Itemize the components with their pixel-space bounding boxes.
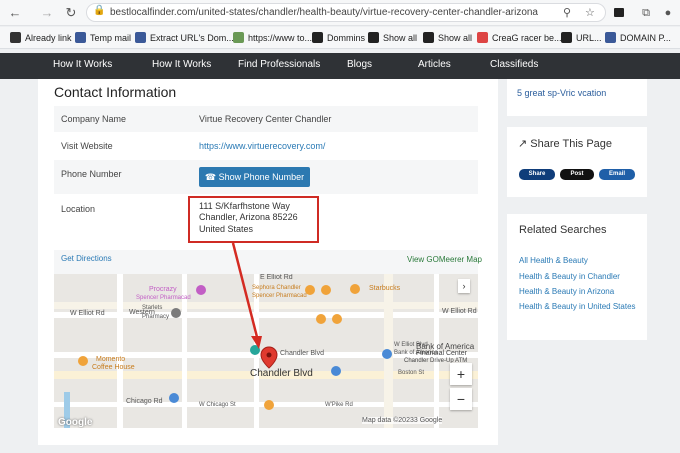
share-heading: ↗ Share This Page — [518, 137, 612, 150]
share-icon: ↗ — [518, 138, 528, 150]
sidebar-top-card: 5 great sp-Vric vcation — [507, 79, 647, 116]
arrow-head-icon — [251, 336, 262, 349]
related-link[interactable]: All Health & Beauty — [519, 256, 588, 265]
facebook-share-button[interactable]: Share — [519, 169, 555, 180]
related-link[interactable]: Health & Beauty in United States — [519, 302, 636, 311]
annotation-arrow — [231, 242, 260, 342]
sidebar-top-text[interactable]: 5 great sp-Vric vcation — [517, 88, 606, 98]
map-marker-dot — [266, 352, 272, 358]
related-link[interactable]: Health & Beauty in Chandler — [519, 272, 620, 281]
email-share-button[interactable]: Email — [599, 169, 635, 180]
share-card: ↗ Share This Page — [507, 127, 647, 197]
x-post-button[interactable]: Post — [560, 169, 594, 180]
related-link[interactable]: Health & Beauty in Arizona — [519, 287, 614, 296]
related-heading: Related Searches — [519, 224, 607, 236]
share-heading-text: Share This Page — [530, 138, 613, 150]
